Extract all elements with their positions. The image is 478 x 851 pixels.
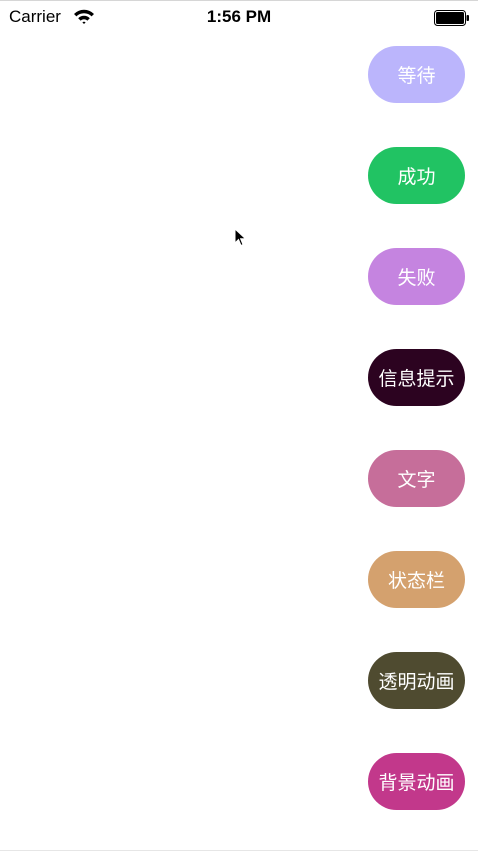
wait-button[interactable]: 等待	[368, 46, 465, 103]
background-animation-button[interactable]: 背景动画	[368, 753, 465, 810]
success-button[interactable]: 成功	[368, 147, 465, 204]
info-button[interactable]: 信息提示	[368, 349, 465, 406]
status-bar: Carrier 1:56 PM	[0, 0, 478, 36]
status-bar-button[interactable]: 状态栏	[368, 551, 465, 608]
mouse-pointer-icon	[234, 228, 247, 247]
battery-icon	[434, 10, 469, 26]
text-button[interactable]: 文字	[368, 450, 465, 507]
status-time: 1:56 PM	[206, 7, 272, 26]
failure-button[interactable]: 失败	[368, 248, 465, 305]
transparent-animation-button[interactable]: 透明动画	[368, 652, 465, 709]
